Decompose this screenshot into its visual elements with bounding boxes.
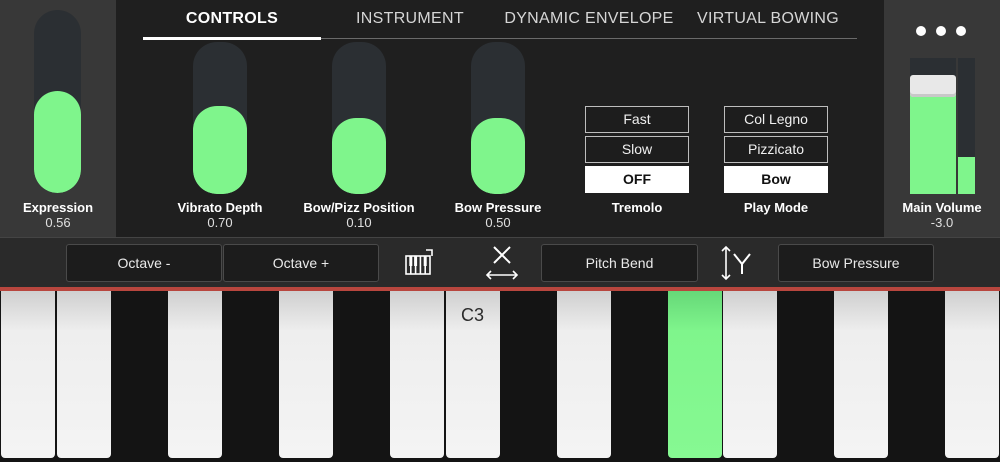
white-key[interactable] bbox=[57, 291, 111, 458]
expression-slider[interactable] bbox=[34, 10, 81, 193]
piano-keyboard bbox=[0, 291, 1000, 462]
pitch-bend-button[interactable]: Pitch Bend bbox=[541, 244, 698, 282]
black-key[interactable] bbox=[777, 291, 833, 458]
white-key[interactable] bbox=[834, 291, 888, 458]
white-key[interactable] bbox=[279, 291, 333, 458]
white-key[interactable] bbox=[168, 291, 222, 458]
level-meter-fill bbox=[958, 157, 975, 194]
play-mode-label: Play Mode bbox=[743, 200, 809, 215]
expression-value: 0.56 bbox=[45, 215, 71, 230]
main-volume-value: -3.0 bbox=[930, 215, 954, 230]
vibrato-depth-slider[interactable] bbox=[193, 42, 247, 194]
bow-pizz-position-label: Bow/Pizz Position bbox=[303, 200, 415, 215]
play-mode-option-pizzicato[interactable]: Pizzicato bbox=[724, 136, 828, 163]
tab-dynamic-envelope[interactable]: DYNAMIC ENVELOPE bbox=[499, 10, 679, 32]
octave-up-button[interactable]: Octave + bbox=[223, 244, 379, 282]
white-key[interactable] bbox=[557, 291, 611, 458]
tab-instrument[interactable]: INSTRUMENT bbox=[321, 10, 499, 32]
y-axis-icon[interactable] bbox=[720, 244, 756, 282]
play-mode-option-col-legno[interactable]: Col Legno bbox=[724, 106, 828, 133]
bow-pizz-position-slider[interactable] bbox=[332, 42, 386, 194]
vibrato-depth-value: 0.70 bbox=[207, 215, 233, 230]
vibrato-depth-slider-fill bbox=[193, 105, 247, 194]
expression-slider-fill bbox=[34, 90, 81, 193]
bow-pressure-button[interactable]: Bow Pressure bbox=[778, 244, 934, 282]
main-volume-fill bbox=[910, 85, 956, 194]
black-key[interactable] bbox=[888, 291, 944, 458]
tab-virtual-bowing[interactable]: VIRTUAL BOWING bbox=[679, 10, 857, 32]
tab-active-indicator bbox=[143, 37, 321, 40]
vibrato-depth-label: Vibrato Depth bbox=[177, 200, 263, 215]
tremolo-label: Tremolo bbox=[611, 200, 663, 215]
bow-pizz-position-value: 0.10 bbox=[346, 215, 372, 230]
toolbar: Octave - Octave + Pitch Bend Bow Pressur… bbox=[0, 237, 1000, 287]
ellipsis-icon[interactable] bbox=[916, 26, 966, 40]
tremolo-option-off[interactable]: OFF bbox=[585, 166, 689, 193]
bow-pressure-slider[interactable] bbox=[471, 42, 525, 194]
black-key[interactable] bbox=[222, 291, 278, 458]
octave-down-button[interactable]: Octave - bbox=[66, 244, 222, 282]
bow-pizz-position-slider-fill bbox=[332, 118, 386, 194]
tab-controls[interactable]: CONTROLS bbox=[143, 10, 321, 32]
bow-pressure-label: Bow Pressure bbox=[454, 200, 542, 215]
white-key[interactable] bbox=[945, 291, 999, 458]
controls-panel: Expression 0.56 CONTROLS INSTRUMENT DYNA… bbox=[0, 0, 1000, 237]
bow-pressure-slider-fill bbox=[471, 118, 525, 194]
bow-pressure-value: 0.50 bbox=[485, 215, 511, 230]
tremolo-option-fast[interactable]: Fast bbox=[585, 106, 689, 133]
black-key[interactable] bbox=[333, 291, 389, 458]
level-meter bbox=[958, 58, 975, 194]
key-label-c3: C3 bbox=[461, 305, 485, 325]
play-mode-option-bow[interactable]: Bow bbox=[724, 166, 828, 193]
expression-label: Expression bbox=[22, 200, 94, 215]
main-volume-handle[interactable] bbox=[910, 75, 956, 97]
tremolo-option-slow[interactable]: Slow bbox=[585, 136, 689, 163]
white-key-active[interactable] bbox=[668, 291, 722, 458]
piano-keys-icon[interactable] bbox=[404, 248, 434, 278]
black-key[interactable] bbox=[111, 291, 167, 458]
white-key[interactable] bbox=[1, 291, 55, 458]
x-axis-icon[interactable] bbox=[484, 243, 520, 283]
main-volume-label: Main Volume bbox=[902, 200, 982, 215]
black-key[interactable] bbox=[611, 291, 667, 458]
white-key[interactable] bbox=[723, 291, 777, 458]
white-key[interactable] bbox=[390, 291, 444, 458]
black-key[interactable] bbox=[500, 291, 556, 458]
